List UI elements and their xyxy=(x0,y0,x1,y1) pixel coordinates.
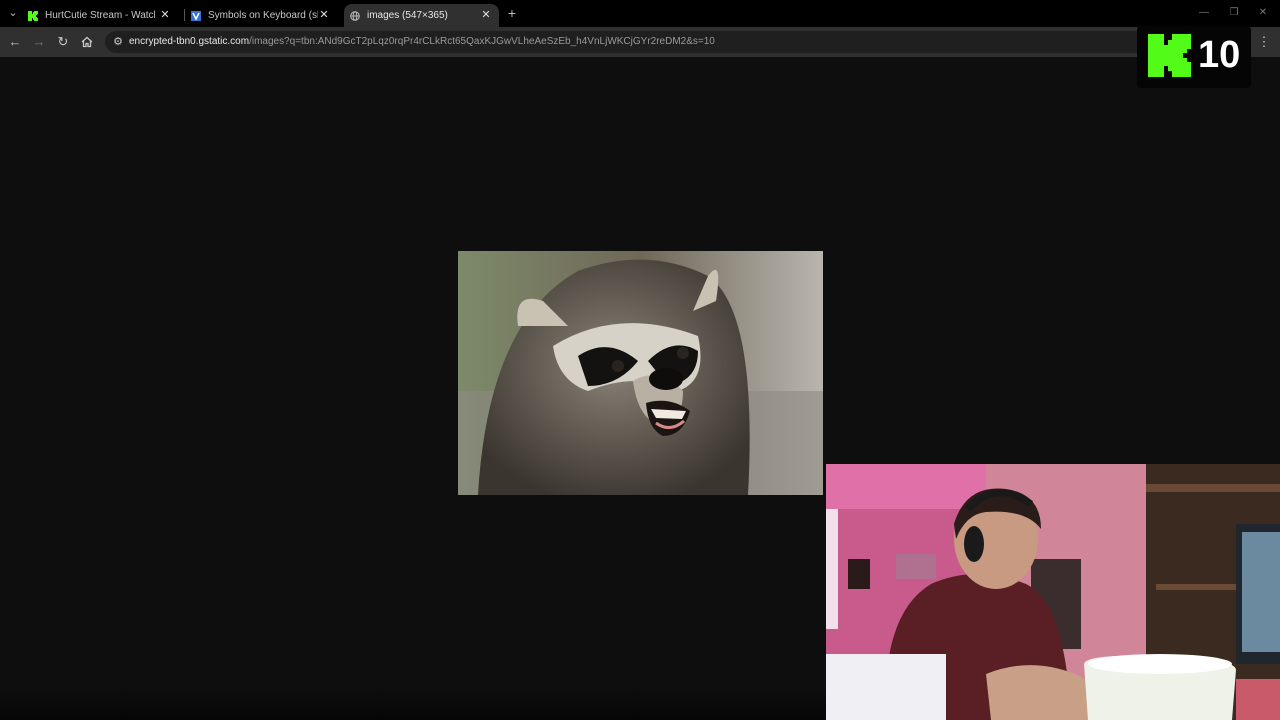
reload-icon[interactable]: ↻ xyxy=(55,34,71,50)
symbols-site-icon xyxy=(191,10,201,21)
close-tab-icon[interactable]: ✕ xyxy=(479,8,493,22)
browser-menu-icon[interactable]: ⋮ xyxy=(1257,34,1271,50)
url-text[interactable]: encrypted-tbn0.gstatic.com/images?q=tbn:… xyxy=(129,31,715,53)
browser-toolbar: ← → ↻ ⚙ encrypted-tbn0.gstatic.com/image… xyxy=(0,27,1280,57)
kick-icon xyxy=(28,10,38,21)
home-icon[interactable] xyxy=(79,34,95,50)
site-info-icon[interactable]: ⚙ xyxy=(111,35,125,49)
new-tab-icon[interactable]: + xyxy=(505,6,519,20)
tab-title: images (547×365) xyxy=(367,10,448,21)
close-window-icon[interactable]: ✕ xyxy=(1256,6,1270,20)
tab-symbols[interactable]: Symbols on Keyboard (shortcuts) ✕ xyxy=(186,4,337,27)
raccoon-image xyxy=(458,251,823,495)
page-background xyxy=(0,688,826,720)
tab-strip: ⌄ HurtCutie Stream - Watch Live on Kick … xyxy=(0,0,1280,27)
tab-search-icon[interactable]: ⌄ xyxy=(6,6,20,20)
webcam-overlay xyxy=(826,464,1280,720)
kick-badge-count: 10 xyxy=(1198,34,1241,76)
kick-logo-icon xyxy=(1148,34,1191,77)
close-tab-icon[interactable]: ✕ xyxy=(158,8,172,22)
tab-images[interactable]: images (547×365) ✕ xyxy=(344,4,499,27)
tab-kick-stream[interactable]: HurtCutie Stream - Watch Live on Kick ✕ xyxy=(28,4,178,27)
kick-overlay-badge: 10 xyxy=(1137,26,1251,88)
forward-icon[interactable]: → xyxy=(31,34,47,50)
url-path: /images?q=tbn:ANd9GcT2pLqz0rqPr4rCLkRct6… xyxy=(249,36,715,47)
tab-title: HurtCutie Stream - Watch Live on Kick xyxy=(45,10,155,21)
back-icon[interactable]: ← xyxy=(7,34,23,50)
close-tab-icon[interactable]: ✕ xyxy=(317,8,331,22)
restore-icon[interactable]: ❐ xyxy=(1227,6,1241,20)
address-bar[interactable]: ⚙ encrypted-tbn0.gstatic.com/images?q=tb… xyxy=(105,31,1245,53)
url-host: encrypted-tbn0.gstatic.com xyxy=(129,36,250,47)
globe-icon xyxy=(350,10,360,21)
tab-divider xyxy=(184,9,185,21)
minimize-icon[interactable]: — xyxy=(1197,6,1211,20)
tab-title: Symbols on Keyboard (shortcuts) xyxy=(208,10,318,21)
